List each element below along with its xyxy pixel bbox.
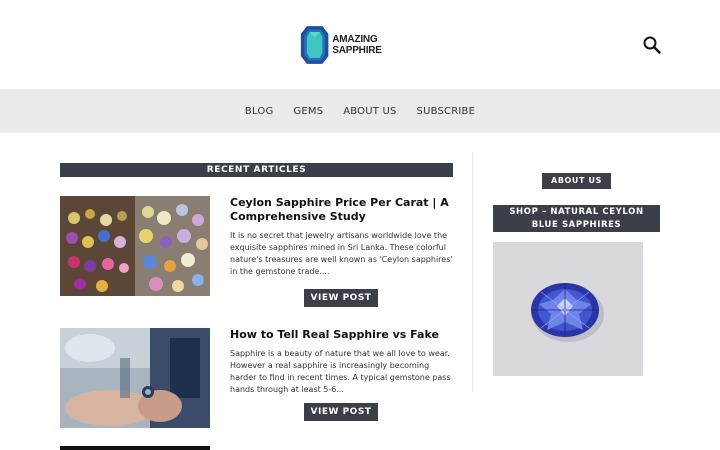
- article-body: How to Tell Real Sapphire vs Fake Sapphi…: [230, 328, 453, 421]
- article-body: Ceylon Sapphire Price Per Carat | A Comp…: [230, 196, 453, 307]
- shop-heading-line: SHOP – NATURAL CEYLON: [509, 207, 644, 217]
- article-title[interactable]: Ceylon Sapphire Price Per Carat | A Comp…: [230, 196, 453, 224]
- article-card: Ceylon Sapphire Price Per Carat | A Comp…: [60, 196, 453, 307]
- recent-articles-heading: RECENT ARTICLES: [60, 163, 453, 177]
- article-thumbnail-inspection[interactable]: [60, 328, 210, 428]
- site-logo[interactable]: AMAZING SAPPHIRE: [300, 21, 416, 69]
- sidebar-about-us-heading[interactable]: ABOUT US: [542, 173, 611, 189]
- brand-name: AMAZING SAPPHIRE: [332, 34, 382, 56]
- nav-item-subscribe[interactable]: SUBSCRIBE: [407, 106, 486, 117]
- sapphire-gem-logo-icon: [300, 26, 329, 64]
- article-excerpt: It is no secret that jewelry artisans wo…: [230, 231, 453, 276]
- article-card: How to Tell Real Sapphire vs Fake Sapphi…: [60, 328, 453, 428]
- nav-item-about-us[interactable]: ABOUT US: [333, 106, 406, 117]
- article-excerpt: Sapphire is a beauty of nature that we a…: [230, 349, 451, 394]
- nav-item-gems[interactable]: GEMS: [283, 106, 333, 117]
- view-post-button[interactable]: VIEW POST: [304, 403, 378, 421]
- main-nav: BLOG GEMS ABOUT US SUBSCRIBE: [0, 89, 720, 133]
- column-divider: [472, 152, 473, 392]
- shop-heading-line: BLUE SAPPHIRES: [531, 220, 622, 230]
- view-post-button[interactable]: VIEW POST: [304, 289, 378, 307]
- sidebar-shop-heading: SHOP – NATURAL CEYLON BLUE SAPPHIRES: [493, 205, 660, 232]
- blue-sapphire-product-image[interactable]: [493, 242, 643, 376]
- search-icon[interactable]: [642, 35, 662, 55]
- nav-item-blog[interactable]: BLOG: [235, 106, 284, 117]
- article-thumbnail-partial: [60, 446, 210, 450]
- site-header: AMAZING SAPPHIRE: [0, 0, 720, 89]
- article-title[interactable]: How to Tell Real Sapphire vs Fake: [230, 328, 453, 342]
- article-thumbnail-gems[interactable]: [60, 196, 210, 296]
